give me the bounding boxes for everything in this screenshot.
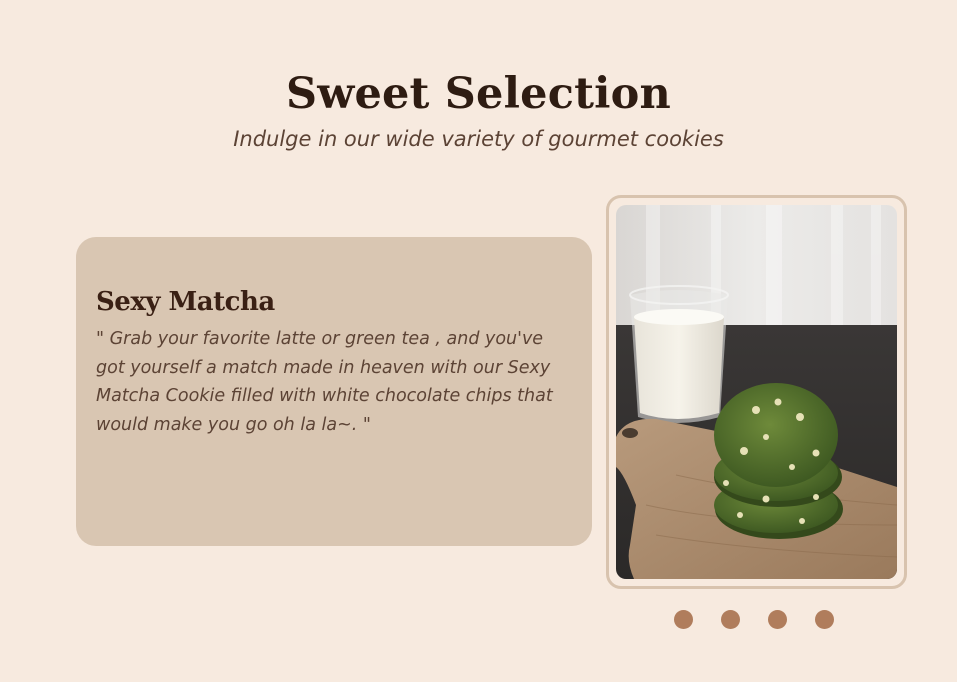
matcha-cookie-photo: [616, 205, 897, 579]
carousel-dot-3[interactable]: [768, 610, 787, 629]
cookie-name: Sexy Matcha: [96, 287, 275, 317]
carousel-dot-1[interactable]: [674, 610, 693, 629]
cookie-photo-frame: [606, 195, 907, 589]
carousel-dot-2[interactable]: [721, 610, 740, 629]
carousel-dots: [674, 610, 834, 629]
page-title: Sweet Selection: [285, 68, 672, 119]
page-subtitle: Indulge in our wide variety of gourmet c…: [233, 127, 724, 151]
carousel-dot-4[interactable]: [815, 610, 834, 629]
cookie-description: " Grab your favorite latte or green tea …: [96, 329, 553, 435]
cookie-description-card: Sexy Matcha " Grab your favorite latte o…: [76, 237, 592, 546]
